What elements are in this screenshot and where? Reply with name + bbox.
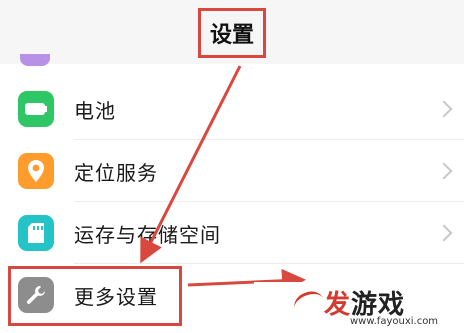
- settings-item-label: 运存与存储空间: [74, 222, 221, 247]
- highlight-box: [8, 266, 182, 326]
- battery-icon: [18, 91, 54, 127]
- chevron-right-icon: [435, 162, 453, 180]
- settings-item-battery[interactable]: 电池: [0, 78, 464, 140]
- partial-icon-above: [20, 54, 50, 66]
- chevron-right-icon: [435, 100, 453, 118]
- watermark-swoosh-icon: [290, 287, 328, 320]
- settings-item-label: 电池: [74, 98, 116, 123]
- watermark-url: www.fayouxi.com: [350, 316, 439, 327]
- settings-screen: 设置 电池 定位服务 运存与存储空间 更多设置 发游戏 www.fayouxi.…: [0, 0, 464, 333]
- location-pin-icon: [18, 153, 54, 189]
- settings-item-storage[interactable]: 运存与存储空间: [0, 202, 464, 264]
- header-bar: 设置: [0, 0, 464, 64]
- watermark: 发游戏 www.fayouxi.com: [254, 282, 464, 333]
- page-title: 设置: [198, 8, 266, 58]
- sd-card-icon: [18, 215, 54, 251]
- settings-item-label: 定位服务: [74, 160, 158, 185]
- chevron-right-icon: [435, 224, 453, 242]
- settings-item-location[interactable]: 定位服务: [0, 140, 464, 202]
